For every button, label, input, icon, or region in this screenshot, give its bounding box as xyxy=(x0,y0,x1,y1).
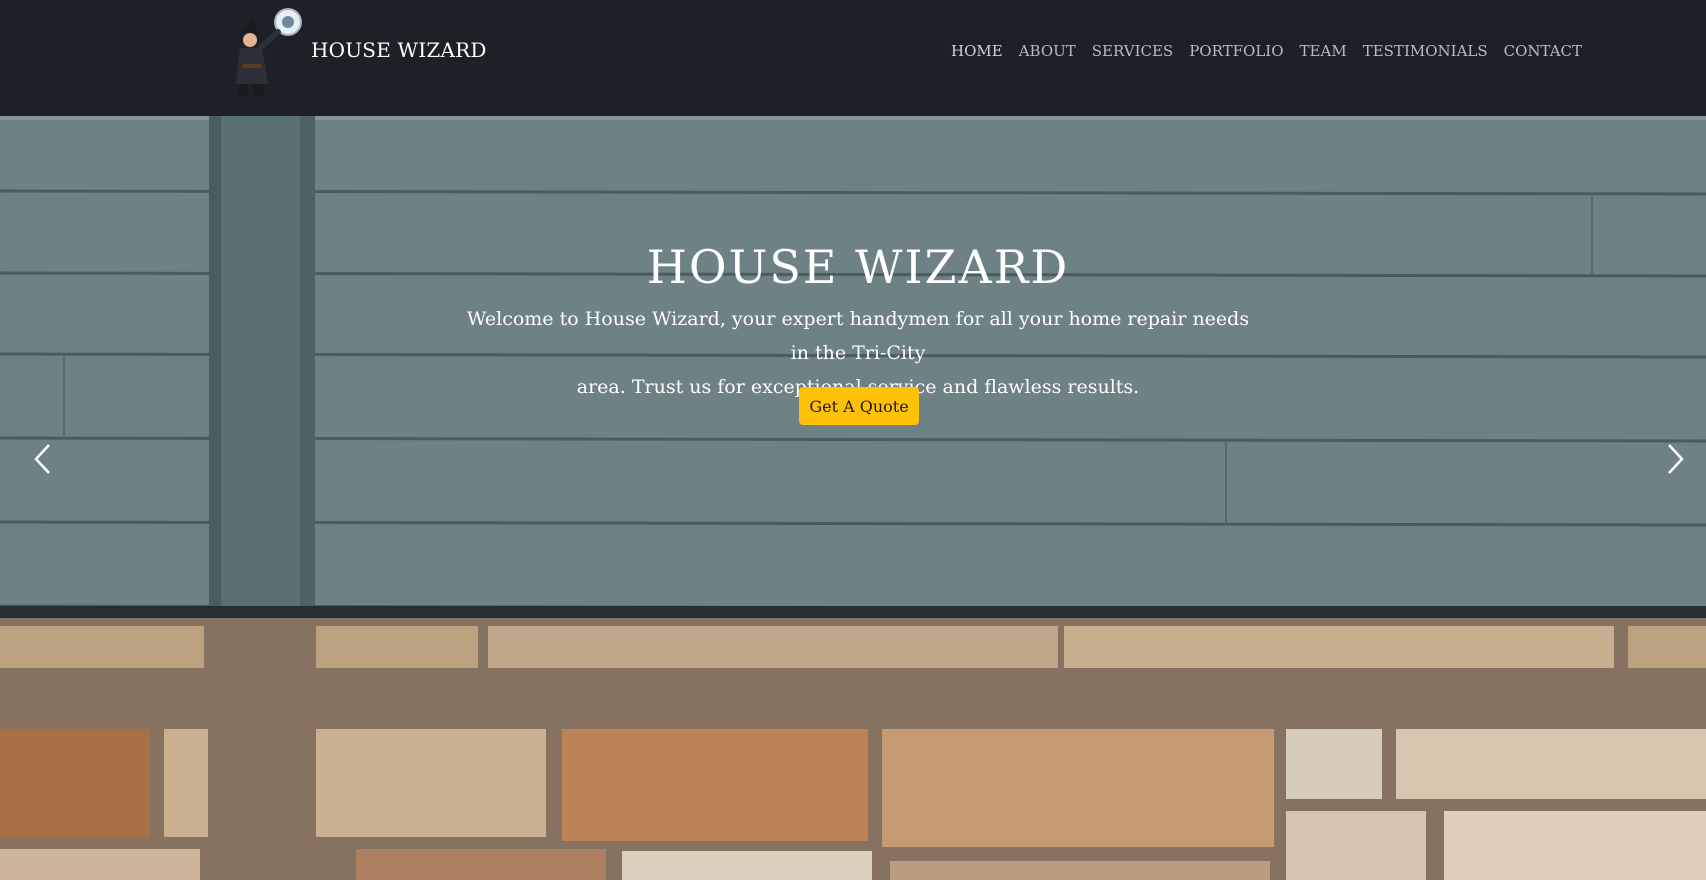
hero-description-line-1: Welcome to House Wizard, your expert han… xyxy=(466,308,1250,364)
site-header: HOUSE WIZARD HOME ABOUT SERVICES PORTFOL… xyxy=(0,0,1706,116)
nav-testimonials[interactable]: TESTIMONIALS xyxy=(1363,42,1488,60)
wizard-mascot-icon[interactable] xyxy=(226,4,306,100)
hero-title: HOUSE WIZARD xyxy=(646,240,1070,294)
hero-carousel: HOUSE WIZARD Welcome to House Wizard, yo… xyxy=(0,116,1706,880)
main-nav: HOME ABOUT SERVICES PORTFOLIO TEAM TESTI… xyxy=(951,42,1598,60)
hero-background-image xyxy=(0,116,1706,880)
get-quote-button[interactable]: Get A Quote xyxy=(799,387,919,425)
nav-services[interactable]: SERVICES xyxy=(1092,42,1173,60)
nav-home[interactable]: HOME xyxy=(951,42,1003,60)
nav-team[interactable]: TEAM xyxy=(1300,42,1347,60)
nav-about[interactable]: ABOUT xyxy=(1019,42,1076,60)
chevron-right-icon[interactable] xyxy=(1663,442,1687,476)
nav-portfolio[interactable]: PORTFOLIO xyxy=(1189,42,1283,60)
brand-name[interactable]: HOUSE WIZARD xyxy=(311,38,487,62)
nav-contact[interactable]: CONTACT xyxy=(1504,42,1582,60)
chevron-left-icon[interactable] xyxy=(31,442,55,476)
